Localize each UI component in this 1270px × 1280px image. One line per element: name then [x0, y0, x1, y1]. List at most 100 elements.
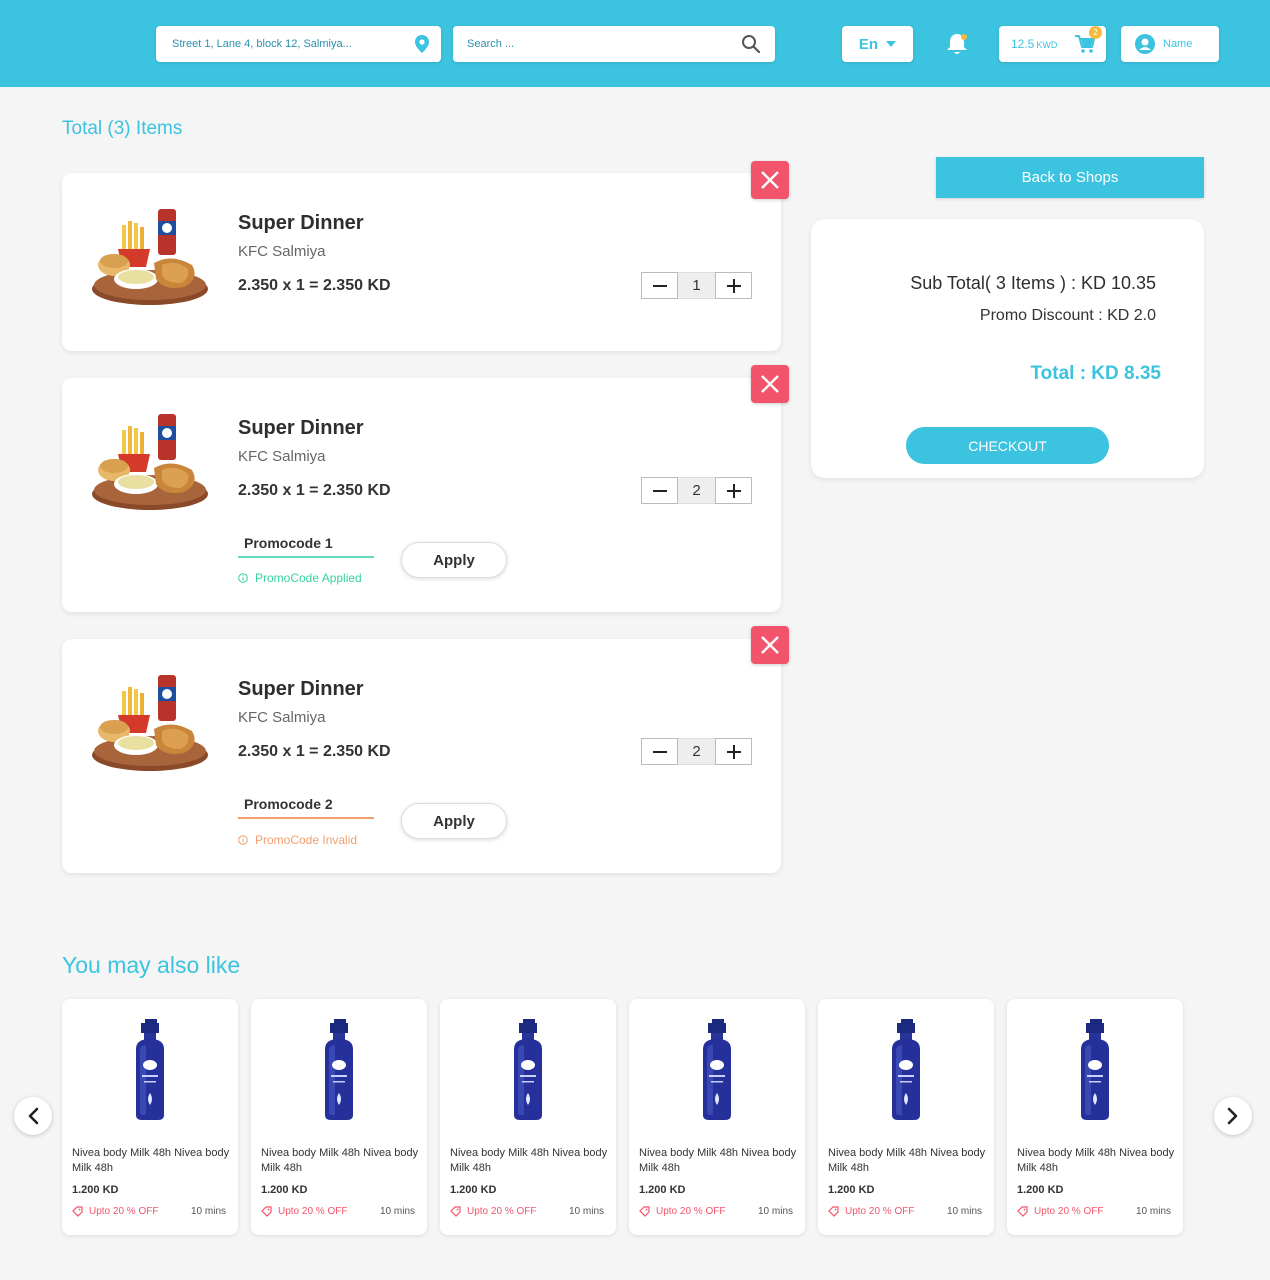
apply-promo-button[interactable]: Apply	[401, 803, 507, 839]
close-icon	[761, 636, 779, 654]
item-name: Super Dinner	[238, 678, 364, 700]
tag-icon	[261, 1206, 272, 1217]
search-icon[interactable]	[741, 34, 761, 54]
notification-bell-icon[interactable]	[944, 31, 970, 57]
product-card[interactable]: Nivea body Milk 48h Nivea body Milk 48h …	[629, 999, 805, 1235]
language-dropdown[interactable]: En	[842, 26, 913, 62]
product-offer: Upto 20 % OFF	[72, 1206, 158, 1217]
product-offer: Upto 20 % OFF	[450, 1206, 536, 1217]
user-name: Name	[1163, 38, 1193, 50]
chevron-left-icon	[28, 1107, 39, 1125]
remove-item-button[interactable]	[751, 626, 789, 664]
cart-item-card: Super Dinner KFC Salmiya 2.350 x 1 = 2.3…	[62, 639, 781, 873]
order-summary: Sub Total( 3 Items ) : KD 10.35 Promo Di…	[811, 219, 1204, 478]
increase-qty-button[interactable]	[715, 477, 752, 504]
plus-icon	[726, 278, 741, 293]
checkout-button[interactable]: CHECKOUT	[906, 427, 1109, 464]
product-image	[132, 1019, 168, 1120]
decrease-qty-button[interactable]	[641, 477, 678, 504]
product-offer: Upto 20 % OFF	[639, 1206, 725, 1217]
promo-status: PromoCode Applied	[238, 571, 362, 585]
tag-icon	[828, 1206, 839, 1217]
offer-text: Upto 20 % OFF	[656, 1206, 726, 1217]
delivery-time: 10 mins	[568, 1206, 604, 1217]
search-input[interactable]: Search ...	[467, 38, 514, 50]
product-card[interactable]: Nivea body Milk 48h Nivea body Milk 48h …	[251, 999, 427, 1235]
offer-text: Upto 20 % OFF	[467, 1206, 537, 1217]
product-card[interactable]: Nivea body Milk 48h Nivea body Milk 48h …	[818, 999, 994, 1235]
product-offer: Upto 20 % OFF	[261, 1206, 347, 1217]
chevron-right-icon	[1227, 1107, 1238, 1125]
remove-item-button[interactable]	[751, 161, 789, 199]
product-name: Nivea body Milk 48h Nivea body Milk 48h	[72, 1147, 230, 1174]
delivery-time: 10 mins	[1135, 1206, 1171, 1217]
promo-status-text: PromoCode Applied	[255, 571, 362, 585]
quantity-stepper: 2	[641, 738, 752, 765]
plus-icon	[726, 744, 741, 759]
minus-icon	[652, 750, 667, 753]
remove-item-button[interactable]	[751, 365, 789, 403]
top-header: Street 1, Lane 4, block 12, Salmiya... S…	[0, 0, 1270, 87]
minus-icon	[652, 489, 667, 492]
product-name: Nivea body Milk 48h Nivea body Milk 48h	[828, 1147, 986, 1174]
qty-value: 2	[678, 738, 715, 765]
item-price: 2.350 x 1 = 2.350 KD	[238, 743, 391, 760]
apply-promo-button[interactable]: Apply	[401, 542, 507, 578]
wallet-balance: 12.5 KWD	[1011, 37, 1057, 51]
product-price: 1.200 KD	[450, 1184, 497, 1196]
item-shop: KFC Salmiya	[238, 709, 326, 726]
product-card[interactable]: Nivea body Milk 48h Nivea body Milk 48h …	[62, 999, 238, 1235]
cart-item-card: Super Dinner KFC Salmiya 2.350 x 1 = 2.3…	[62, 378, 781, 612]
address-text: Street 1, Lane 4, block 12, Salmiya...	[172, 38, 352, 50]
product-name: Nivea body Milk 48h Nivea body Milk 48h	[639, 1147, 797, 1174]
minus-icon	[652, 284, 667, 287]
wallet-amount: 12.5	[1011, 37, 1035, 51]
chevron-down-icon	[886, 41, 897, 47]
product-card[interactable]: Nivea body Milk 48h Nivea body Milk 48h …	[1007, 999, 1183, 1235]
increase-qty-button[interactable]	[715, 272, 752, 299]
product-price: 1.200 KD	[1017, 1184, 1064, 1196]
info-icon	[238, 835, 248, 845]
promo-code-input[interactable]: Promocode 1	[238, 535, 374, 558]
user-menu[interactable]: Name	[1121, 26, 1219, 62]
wallet-cart[interactable]: 12.5 KWD 2	[999, 26, 1106, 62]
back-to-shops-button[interactable]: Back to Shops	[936, 157, 1204, 198]
item-shop: KFC Salmiya	[238, 448, 326, 465]
carousel-prev-button[interactable]	[14, 1097, 52, 1135]
address-selector[interactable]: Street 1, Lane 4, block 12, Salmiya...	[156, 26, 441, 62]
promo-code-input[interactable]: Promocode 2	[238, 796, 374, 819]
food-image	[88, 203, 212, 311]
promo-status: PromoCode Invalid	[238, 833, 357, 847]
cart-count-badge: 2	[1089, 26, 1102, 39]
delivery-time: 10 mins	[946, 1206, 982, 1217]
cart-button[interactable]: 2	[1074, 26, 1102, 54]
qty-value: 2	[678, 477, 715, 504]
delivery-time: 10 mins	[379, 1206, 415, 1217]
product-image	[510, 1019, 546, 1120]
decrease-qty-button[interactable]	[641, 272, 678, 299]
carousel-next-button[interactable]	[1214, 1097, 1252, 1135]
search-bar[interactable]: Search ...	[453, 26, 775, 62]
item-name: Super Dinner	[238, 212, 364, 234]
recommendations-title: You may also like	[62, 952, 241, 978]
decrease-qty-button[interactable]	[641, 738, 678, 765]
tag-icon	[450, 1206, 461, 1217]
item-shop: KFC Salmiya	[238, 243, 326, 260]
subtotal: Sub Total( 3 Items ) : KD 10.35	[910, 273, 1156, 293]
quantity-stepper: 2	[641, 477, 752, 504]
delivery-time: 10 mins	[757, 1206, 793, 1217]
product-price: 1.200 KD	[828, 1184, 875, 1196]
item-name: Super Dinner	[238, 417, 364, 439]
product-card[interactable]: Nivea body Milk 48h Nivea body Milk 48h …	[440, 999, 616, 1235]
product-image	[1077, 1019, 1113, 1120]
increase-qty-button[interactable]	[715, 738, 752, 765]
product-offer: Upto 20 % OFF	[1017, 1206, 1103, 1217]
product-image	[699, 1019, 735, 1120]
promo-discount: Promo Discount : KD 2.0	[979, 307, 1156, 324]
tag-icon	[72, 1206, 83, 1217]
product-image	[321, 1019, 357, 1120]
grand-total: Total : KD 8.35	[1030, 363, 1161, 384]
item-price: 2.350 x 1 = 2.350 KD	[238, 482, 391, 499]
info-icon	[238, 573, 248, 583]
location-pin-icon	[415, 35, 429, 53]
